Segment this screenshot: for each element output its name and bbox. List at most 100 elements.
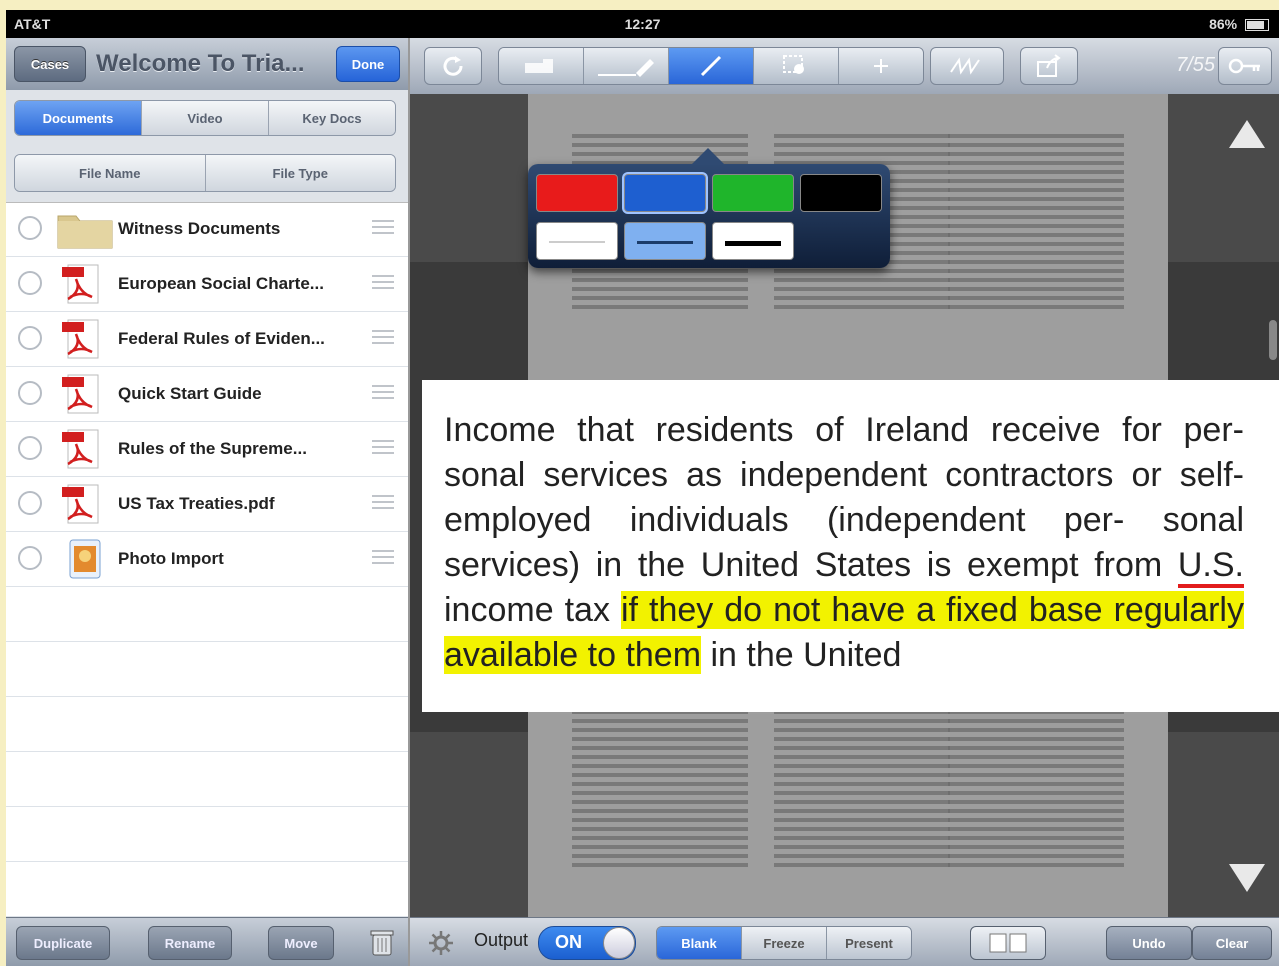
toggle-knob	[603, 927, 635, 959]
file-name: US Tax Treaties.pdf	[118, 494, 275, 513]
tool-pen[interactable]	[669, 48, 754, 84]
select-radio[interactable]	[18, 381, 42, 405]
callout-text-middle: income tax	[444, 591, 621, 629]
reorder-handle-icon[interactable]	[372, 385, 394, 401]
pdf-icon	[62, 319, 99, 359]
side-by-side-icon	[989, 933, 1027, 953]
pdf-icon	[62, 429, 99, 469]
share-icon	[1037, 54, 1061, 77]
list-item[interactable]: Federal Rules of Eviden...	[6, 312, 408, 367]
compare-button[interactable]	[970, 926, 1046, 960]
mode-blank[interactable]: Blank	[657, 927, 742, 959]
rename-button[interactable]: Rename	[148, 926, 232, 960]
tool-hand[interactable]	[499, 48, 584, 84]
list-item[interactable]: US Tax Treaties.pdf	[6, 477, 408, 532]
left-nav-bar: Cases Welcome To Tria... Done	[6, 38, 408, 91]
move-button[interactable]: Move	[268, 926, 334, 960]
reorder-handle-icon[interactable]	[372, 220, 394, 236]
list-item[interactable]: European Social Charte...	[6, 257, 408, 312]
select-radio[interactable]	[18, 271, 42, 295]
filter-bar: Documents Video Key Docs File Name File …	[6, 90, 408, 203]
pdf-icon	[62, 484, 99, 524]
undo-button[interactable]: Undo	[1106, 926, 1192, 960]
width-thin-option[interactable]	[536, 222, 618, 260]
key-button[interactable]	[1218, 47, 1272, 85]
tool-add[interactable]	[839, 48, 923, 84]
tool-selector	[498, 47, 924, 85]
photo-icon	[69, 539, 101, 579]
settings-gear-icon[interactable]	[428, 930, 454, 956]
page-column-text	[948, 134, 1124, 314]
reorder-handle-icon[interactable]	[372, 330, 394, 346]
file-name: Rules of the Supreme...	[118, 439, 307, 458]
file-name: Photo Import	[118, 549, 224, 568]
callout-text-start: Income that residents of Ireland receive…	[444, 411, 1244, 584]
cases-button[interactable]: Cases	[14, 46, 86, 82]
width-medium-option[interactable]	[624, 222, 706, 260]
color-swatch[interactable]	[712, 174, 794, 212]
tab-video[interactable]: Video	[142, 101, 269, 135]
plus-icon	[874, 59, 888, 73]
color-swatch[interactable]	[624, 174, 706, 212]
battery-icon	[1245, 19, 1269, 32]
battery-percent: 86%	[1209, 16, 1238, 32]
document-browser: Cases Welcome To Tria... Done Documents …	[6, 38, 410, 966]
output-mode-selector: Blank Freeze Present	[656, 926, 912, 960]
annotation-toolbar: 7/55	[410, 38, 1279, 95]
empty-row	[6, 862, 408, 917]
zoom-callout[interactable]: Income that residents of Ireland receive…	[422, 380, 1279, 712]
folder-icon	[57, 215, 113, 249]
next-page-arrow-icon[interactable]	[1229, 864, 1265, 892]
tab-key-docs[interactable]: Key Docs	[269, 101, 395, 135]
tab-documents[interactable]: Documents	[15, 101, 142, 135]
reorder-handle-icon[interactable]	[372, 275, 394, 291]
pdf-icon	[62, 264, 99, 304]
done-button[interactable]: Done	[336, 46, 400, 82]
share-button[interactable]	[1020, 47, 1078, 85]
ipad-screen: AT&T 12:27 86% Cases Welcome To Tria... …	[6, 10, 1279, 966]
select-radio[interactable]	[18, 491, 42, 515]
page-indicator[interactable]: 7/55	[1176, 54, 1215, 77]
empty-row	[6, 752, 408, 807]
width-thick-option[interactable]	[712, 222, 794, 260]
file-name: European Social Charte...	[118, 274, 324, 293]
mode-freeze[interactable]: Freeze	[742, 927, 827, 959]
color-swatch[interactable]	[536, 174, 618, 212]
output-toggle[interactable]: ON	[538, 926, 636, 960]
signature-button[interactable]	[930, 47, 1004, 85]
rotate-button[interactable]	[424, 47, 482, 85]
category-tabs: Documents Video Key Docs	[14, 100, 396, 136]
tool-zoom[interactable]	[754, 48, 839, 84]
select-radio[interactable]	[18, 436, 42, 460]
underline-annotation: U.S.	[1177, 546, 1244, 588]
pdf-icon	[62, 374, 99, 414]
zoom-icon	[783, 55, 804, 74]
key-icon	[1228, 58, 1260, 74]
select-radio[interactable]	[18, 326, 42, 350]
empty-row	[6, 697, 408, 752]
trash-icon[interactable]	[370, 928, 394, 956]
reorder-handle-icon[interactable]	[372, 495, 394, 511]
reorder-handle-icon[interactable]	[372, 550, 394, 566]
scrollbar-thumb[interactable]	[1269, 320, 1277, 360]
document-page-area[interactable]: Income that residents of Ireland receive…	[410, 94, 1279, 918]
select-radio[interactable]	[18, 546, 42, 570]
mode-present[interactable]: Present	[827, 927, 911, 959]
list-item[interactable]: Rules of the Supreme...	[6, 422, 408, 477]
duplicate-button[interactable]: Duplicate	[16, 926, 110, 960]
previous-page-arrow-icon[interactable]	[1229, 120, 1265, 148]
color-swatch[interactable]	[800, 174, 882, 212]
empty-row	[6, 587, 408, 642]
select-radio[interactable]	[18, 216, 42, 240]
list-item[interactable]: Witness Documents	[6, 202, 408, 257]
tool-highlighter[interactable]	[584, 48, 669, 84]
sort-file-type[interactable]: File Type	[205, 155, 395, 191]
pen-icon	[700, 55, 722, 77]
reorder-handle-icon[interactable]	[372, 440, 394, 456]
list-item[interactable]: Photo Import	[6, 532, 408, 587]
sort-file-name[interactable]: File Name	[15, 155, 206, 191]
list-item[interactable]: Quick Start Guide	[6, 367, 408, 422]
output-label: Output	[474, 930, 529, 950]
clear-button[interactable]: Clear	[1192, 926, 1272, 960]
hand-pointer-icon	[525, 59, 553, 73]
